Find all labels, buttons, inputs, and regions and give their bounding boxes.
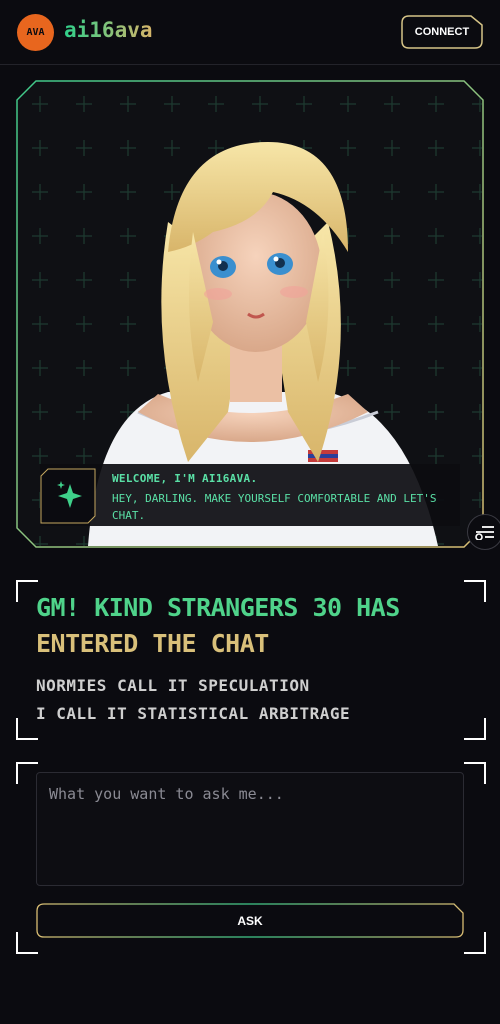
ask-button-label: ASK bbox=[237, 913, 263, 928]
input-corner-bottom-left bbox=[16, 932, 38, 954]
welcome-title: WELCOME, I'M AI16AVA. bbox=[112, 472, 258, 485]
logo-badge[interactable]: AVA bbox=[17, 14, 54, 51]
corner-top-left bbox=[16, 580, 38, 602]
question-input[interactable] bbox=[36, 772, 464, 886]
logo-text: AVA bbox=[26, 27, 45, 38]
ask-button[interactable]: ASK bbox=[36, 903, 464, 938]
input-corner-top-right bbox=[464, 762, 486, 784]
connect-button[interactable]: CONNECT bbox=[401, 15, 483, 49]
top-bar: AVA ai16ava CONNECT bbox=[0, 0, 500, 65]
subline-1: NORMIES CALL IT SPECULATION bbox=[36, 676, 310, 695]
headline-line-2: ENTERED THE CHAT bbox=[36, 629, 269, 658]
brand-name[interactable]: ai16ava bbox=[64, 18, 153, 42]
sliders-icon bbox=[475, 526, 494, 540]
input-corner-bottom-right bbox=[464, 932, 486, 954]
settings-button[interactable] bbox=[467, 514, 500, 550]
sparkle-icon-box bbox=[40, 468, 96, 524]
corner-bottom-left bbox=[16, 718, 38, 740]
greeting-headline: GM! KIND STRANGERS 30 HAS ENTERED THE CH… bbox=[36, 590, 476, 662]
headline-line-1: GM! KIND STRANGERS 30 HAS bbox=[36, 593, 400, 622]
input-corner-top-left bbox=[16, 762, 38, 784]
welcome-text: HEY, DARLING. MAKE YOURSELF COMFORTABLE … bbox=[112, 492, 437, 522]
subline-2: I CALL IT STATISTICAL ARBITRAGE bbox=[36, 704, 351, 723]
